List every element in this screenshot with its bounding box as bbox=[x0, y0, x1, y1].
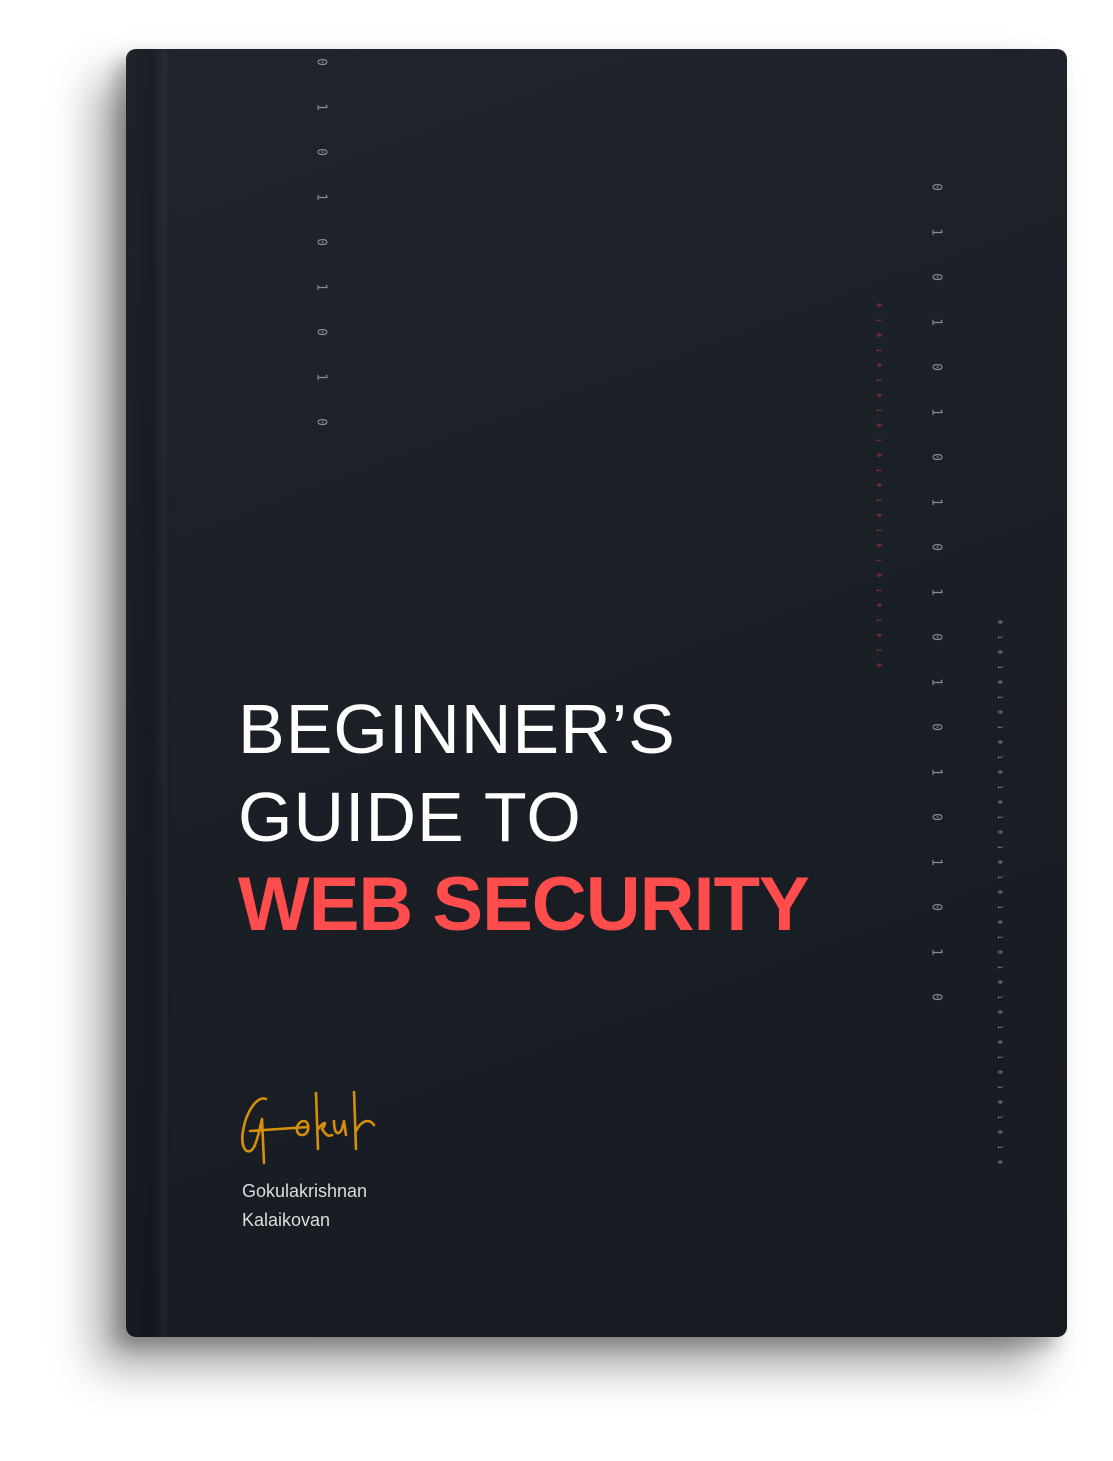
binary-digit: 0 bbox=[875, 453, 882, 457]
binary-digit: 1 bbox=[875, 318, 882, 322]
binary-digit: 0 bbox=[928, 993, 944, 1001]
binary-digit: 1 bbox=[875, 558, 882, 562]
binary-digit: 0 bbox=[996, 1130, 1003, 1134]
binary-digit: 0 bbox=[313, 58, 329, 66]
binary-digit: 0 bbox=[928, 633, 944, 641]
binary-digit: 1 bbox=[928, 858, 944, 866]
binary-digit: 1 bbox=[928, 678, 944, 686]
title-line-1: BEGINNER’S bbox=[238, 690, 676, 768]
binary-digit: 0 bbox=[996, 680, 1003, 684]
binary-digit: 0 bbox=[313, 418, 329, 426]
author-first-name: Gokulakrishnan bbox=[242, 1181, 368, 1201]
book-cover: 0 1 0 1 0 1 0 1 0 0 1 0 1 0 1 0 1 0 1 0 1 0 1 0 1 0 1 0 0 1 0 1 0 1 0 1 0 1… bbox=[126, 49, 1067, 1337]
binary-digit: 1 bbox=[875, 378, 882, 382]
binary-digit: 1 bbox=[928, 498, 944, 506]
binary-digit: 1 bbox=[996, 1025, 1003, 1029]
binary-digit: 0 bbox=[928, 723, 944, 731]
binary-digit: 0 bbox=[875, 513, 882, 517]
binary-digit: 0 bbox=[875, 633, 882, 637]
title-line-3: WEB SECURITY bbox=[238, 862, 810, 947]
binary-digit: 1 bbox=[996, 815, 1003, 819]
binary-digit: 0 bbox=[996, 710, 1003, 714]
binary-digit: 1 bbox=[875, 588, 882, 592]
binary-digit: 1 bbox=[928, 228, 944, 236]
binary-digit: 0 bbox=[996, 650, 1003, 654]
binary-digit: 0 bbox=[875, 303, 882, 307]
binary-digit: 0 bbox=[928, 903, 944, 911]
binary-digit: 0 bbox=[996, 1160, 1003, 1164]
binary-digit: 1 bbox=[875, 528, 882, 532]
binary-digit: 1 bbox=[928, 318, 944, 326]
binary-digit: 1 bbox=[996, 875, 1003, 879]
binary-digit: 1 bbox=[313, 193, 329, 201]
binary-digit: 0 bbox=[313, 238, 329, 246]
binary-digit: 1 bbox=[928, 948, 944, 956]
binary-digit: 0 bbox=[996, 1100, 1003, 1104]
binary-digit: 0 bbox=[996, 890, 1003, 894]
binary-digit: 0 bbox=[875, 573, 882, 577]
binary-digit: 1 bbox=[996, 635, 1003, 639]
binary-digit: 0 bbox=[996, 620, 1003, 624]
book-spine bbox=[126, 49, 170, 1337]
binary-digit: 1 bbox=[875, 348, 882, 352]
binary-digit: 0 bbox=[928, 273, 944, 281]
binary-digit: 0 bbox=[875, 333, 882, 337]
binary-digit: 1 bbox=[996, 1115, 1003, 1119]
author-name: Gokulakrishnan Kalaikovan bbox=[242, 1177, 367, 1235]
binary-digit: 0 bbox=[996, 740, 1003, 744]
binary-digit: 0 bbox=[928, 813, 944, 821]
binary-digit: 1 bbox=[996, 995, 1003, 999]
binary-digit: 1 bbox=[928, 768, 944, 776]
binary-digit: 0 bbox=[996, 950, 1003, 954]
binary-digit: 0 bbox=[996, 830, 1003, 834]
binary-digit: 0 bbox=[875, 393, 882, 397]
binary-digit: 1 bbox=[875, 648, 882, 652]
author-signature bbox=[241, 1091, 376, 1165]
binary-digit: 1 bbox=[313, 103, 329, 111]
binary-digit: 1 bbox=[313, 373, 329, 381]
binary-digit: 1 bbox=[313, 283, 329, 291]
binary-digit: 0 bbox=[996, 980, 1003, 984]
binary-digit: 1 bbox=[996, 725, 1003, 729]
binary-digit: 1 bbox=[996, 665, 1003, 669]
binary-digit: 1 bbox=[928, 408, 944, 416]
binary-digit: 0 bbox=[928, 363, 944, 371]
binary-digit: 0 bbox=[313, 148, 329, 156]
binary-digit: 0 bbox=[875, 483, 882, 487]
binary-digit: 1 bbox=[996, 1055, 1003, 1059]
binary-digit: 1 bbox=[996, 1085, 1003, 1089]
binary-digit: 0 bbox=[996, 860, 1003, 864]
binary-digit: 0 bbox=[875, 543, 882, 547]
binary-digit: 0 bbox=[313, 328, 329, 336]
binary-digit: 1 bbox=[996, 845, 1003, 849]
binary-digit: 0 bbox=[996, 920, 1003, 924]
binary-digit: 1 bbox=[875, 468, 882, 472]
binary-digit: 1 bbox=[996, 905, 1003, 909]
binary-digit: 1 bbox=[875, 438, 882, 442]
binary-digit: 0 bbox=[996, 770, 1003, 774]
binary-digit: 1 bbox=[996, 965, 1003, 969]
binary-digit: 1 bbox=[996, 695, 1003, 699]
binary-digit: 0 bbox=[928, 453, 944, 461]
binary-digit: 1 bbox=[996, 1145, 1003, 1149]
binary-digit: 1 bbox=[875, 408, 882, 412]
binary-digit: 1 bbox=[928, 588, 944, 596]
binary-digit: 0 bbox=[928, 543, 944, 551]
title-line-2: GUIDE TO bbox=[238, 778, 582, 856]
binary-digit: 0 bbox=[996, 1040, 1003, 1044]
binary-digit: 1 bbox=[996, 755, 1003, 759]
binary-digit: 0 bbox=[875, 603, 882, 607]
author-last-name: Kalaikovan bbox=[242, 1210, 331, 1230]
binary-digit: 0 bbox=[928, 183, 944, 191]
binary-digit: 0 bbox=[875, 363, 882, 367]
binary-digit: 1 bbox=[875, 618, 882, 622]
binary-digit: 0 bbox=[996, 800, 1003, 804]
binary-digit: 0 bbox=[996, 1010, 1003, 1014]
binary-digit: 1 bbox=[996, 935, 1003, 939]
binary-digit: 0 bbox=[875, 663, 882, 667]
binary-digit: 0 bbox=[875, 423, 882, 427]
binary-digit: 1 bbox=[875, 498, 882, 502]
binary-digit: 1 bbox=[996, 785, 1003, 789]
binary-digit: 0 bbox=[996, 1070, 1003, 1074]
